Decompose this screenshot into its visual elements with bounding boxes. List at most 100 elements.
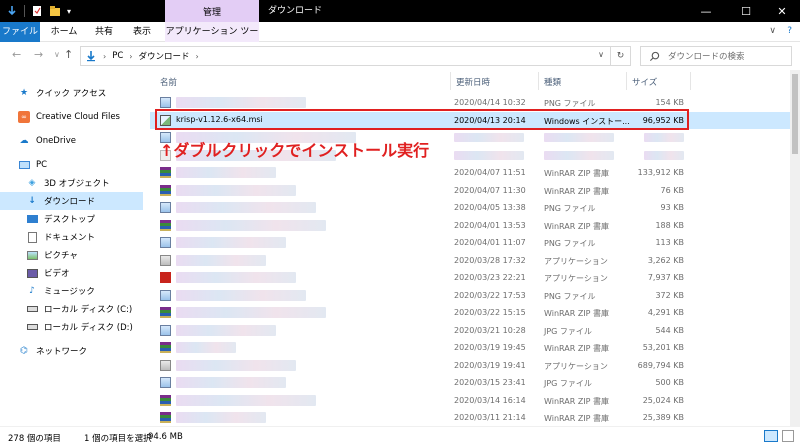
file-date: 2020/03/28 17:32	[454, 255, 526, 265]
tab-application-tools[interactable]: アプリケーション ツール	[165, 22, 259, 57]
refresh-icon[interactable]: ↻	[610, 47, 630, 65]
column-type[interactable]: 種類	[544, 76, 561, 88]
close-button[interactable]: ✕	[764, 0, 800, 22]
column-date[interactable]: 更新日時	[456, 76, 490, 88]
up-arrow-icon[interactable]: ↑	[64, 48, 73, 61]
file-row[interactable]: 2020/03/28 17:32 アプリケーション 3,262 KB	[150, 252, 790, 269]
file-type: アプリケーション	[544, 361, 608, 371]
breadcrumb-pc[interactable]: PC	[112, 51, 123, 61]
nav-item-quick-access[interactable]: ★ クイック アクセス	[0, 84, 143, 102]
file-type: PNG ファイル	[544, 291, 596, 301]
help-icon[interactable]: ?	[787, 26, 792, 36]
video-icon	[26, 267, 38, 279]
file-type: アプリケーション	[544, 274, 608, 283]
column-size[interactable]: サイズ	[632, 76, 657, 88]
image-file-icon	[160, 324, 171, 336]
redacted-name	[176, 184, 296, 196]
redacted-name	[176, 342, 236, 353]
context-tab-manage[interactable]: 管理	[165, 0, 259, 22]
address-bar[interactable]: › PC › ダウンロード › ∨ ↻	[80, 46, 631, 66]
tab-file[interactable]: ファイル	[0, 22, 40, 42]
nav-item-desktop[interactable]: デスクトップ	[0, 210, 143, 228]
image-file-icon	[160, 237, 171, 248]
details-view-icon[interactable]	[764, 430, 778, 442]
nav-item-pc[interactable]: PC	[0, 156, 143, 174]
tab-home[interactable]: ホーム	[44, 22, 84, 42]
properties-icon[interactable]	[31, 5, 43, 17]
filezilla-app-icon	[160, 272, 171, 283]
file-size: 133,912 KB	[637, 168, 684, 177]
column-name[interactable]: 名前	[160, 76, 177, 88]
expand-ribbon-icon[interactable]: ∨	[769, 26, 776, 36]
nav-label: ローカル ディスク (D:)	[44, 323, 133, 333]
maximize-button[interactable]: ☐	[728, 0, 764, 22]
column-divider[interactable]	[690, 72, 691, 90]
nav-item-creative-cloud[interactable]: ∞ Creative Cloud Files	[0, 108, 143, 126]
file-date: 2020/03/22 17:53	[454, 290, 526, 300]
vertical-scrollbar[interactable]	[790, 70, 800, 426]
file-row[interactable]: 2020/03/15 23:41 JPG ファイル 500 KB	[150, 374, 790, 391]
file-row[interactable]: 2020/04/01 11:07 PNG ファイル 113 KB	[150, 234, 790, 251]
redacted-size	[644, 133, 684, 142]
nav-label: 3D オブジェクト	[44, 179, 110, 189]
zip-file-icon	[160, 342, 171, 353]
file-row[interactable]: 2020/03/23 22:21 アプリケーション 7,937 KB	[150, 269, 790, 286]
file-date: 2020/03/14 16:14	[454, 395, 526, 405]
nav-label: OneDrive	[36, 136, 76, 146]
file-size: 7,937 KB	[647, 273, 684, 282]
redacted-name	[176, 412, 266, 423]
nav-item-music[interactable]: ♪ ミュージック	[0, 282, 143, 300]
redacted-name	[176, 377, 286, 388]
nav-item-downloads[interactable]: ↓ ダウンロード	[0, 192, 143, 210]
column-divider[interactable]	[538, 72, 539, 90]
recent-locations-icon[interactable]: ∨	[54, 50, 60, 59]
large-icons-view-icon[interactable]	[782, 430, 794, 442]
file-type: アプリケーション	[544, 256, 608, 266]
nav-item-videos[interactable]: ビデオ	[0, 264, 143, 282]
address-dropdown-icon[interactable]: ∨	[598, 50, 604, 59]
file-row[interactable]: 2020/03/19 19:45 WinRAR ZIP 書庫 53,201 KB	[150, 339, 790, 356]
download-arrow-icon	[87, 51, 95, 62]
file-row[interactable]: 2020/03/11 21:14 WinRAR ZIP 書庫 25,389 KB	[150, 409, 790, 426]
forward-arrow-icon[interactable]: →	[34, 48, 43, 61]
file-size: 113 KB	[655, 238, 684, 247]
file-row[interactable]: 2020/03/22 17:53 PNG ファイル 372 KB	[150, 287, 790, 304]
nav-item-onedrive[interactable]: ☁ OneDrive	[0, 132, 143, 150]
scrollbar-thumb[interactable]	[792, 74, 798, 154]
breadcrumb-downloads[interactable]: ダウンロード	[138, 50, 189, 62]
column-divider[interactable]	[450, 72, 451, 90]
file-type: PNG ファイル	[544, 204, 596, 213]
customize-qa-icon[interactable]: ▾	[67, 7, 71, 16]
creative-cloud-icon: ∞	[18, 111, 30, 123]
nav-item-documents[interactable]: ドキュメント	[0, 228, 143, 246]
search-box[interactable]: ダウンロードの検索	[640, 46, 792, 66]
zip-file-icon	[160, 184, 171, 196]
file-size: 3,262 KB	[647, 255, 684, 265]
nav-item-3d-objects[interactable]: ◈ 3D オブジェクト	[0, 174, 143, 192]
file-row[interactable]: 2020/03/21 10:28 JPG ファイル 544 KB	[150, 322, 790, 339]
file-row[interactable]: 2020/03/19 19:41 アプリケーション 689,794 KB	[150, 357, 790, 374]
file-row[interactable]: 2020/04/05 13:38 PNG ファイル 93 KB	[150, 199, 790, 216]
minimize-button[interactable]: —	[688, 0, 724, 22]
nav-item-disk-d[interactable]: ローカル ディスク (D:)	[0, 318, 143, 336]
new-folder-icon[interactable]	[49, 5, 61, 17]
nav-item-network[interactable]: ⌬ ネットワーク	[0, 342, 143, 360]
file-row[interactable]: 2020/04/07 11:51 WinRAR ZIP 書庫 133,912 KB	[150, 164, 790, 181]
nav-item-disk-c[interactable]: ローカル ディスク (C:)	[0, 300, 143, 318]
title-bar: ▾ 管理 ダウンロード — ☐ ✕	[0, 0, 800, 22]
file-type: PNG ファイル	[544, 99, 596, 108]
picture-icon	[26, 249, 38, 261]
file-row[interactable]: 2020/03/22 15:15 WinRAR ZIP 書庫 4,291 KB	[150, 304, 790, 321]
tab-share[interactable]: 共有	[86, 22, 122, 42]
tab-view[interactable]: 表示	[124, 22, 160, 42]
column-divider[interactable]	[626, 72, 627, 90]
file-type: WinRAR ZIP 書庫	[544, 309, 610, 318]
nav-item-pictures[interactable]: ピクチャ	[0, 246, 143, 264]
redacted-name	[176, 272, 296, 283]
download-folder-icon[interactable]	[6, 5, 18, 17]
redacted-name	[176, 289, 306, 301]
file-row[interactable]: 2020/04/01 13:53 WinRAR ZIP 書庫 188 KB	[150, 217, 790, 234]
file-row[interactable]: 2020/03/14 16:14 WinRAR ZIP 書庫 25,024 KB	[150, 392, 790, 409]
back-arrow-icon[interactable]: ←	[12, 48, 21, 61]
file-row[interactable]: 2020/04/07 11:30 WinRAR ZIP 書庫 76 KB	[150, 182, 790, 199]
